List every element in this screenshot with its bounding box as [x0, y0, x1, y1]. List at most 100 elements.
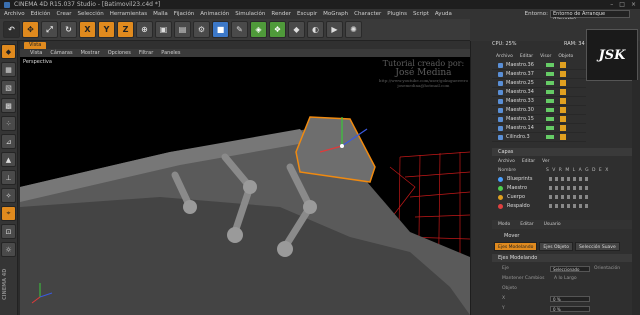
layer-row[interactable]: Maestro: [492, 184, 640, 192]
menu-render[interactable]: Render: [271, 11, 291, 17]
polygons-mode-button[interactable]: ▲: [1, 152, 16, 167]
axis-mode-button[interactable]: ⊥: [1, 170, 16, 185]
object-row[interactable]: Cilindro.3: [492, 133, 586, 142]
om-menu-editar[interactable]: Editar: [520, 54, 533, 59]
layer-flag-toggles[interactable]: [549, 177, 589, 181]
environment-button[interactable]: ◐: [307, 21, 324, 38]
vp-menu-paneles[interactable]: Paneles: [161, 50, 180, 56]
move-tool-button[interactable]: ✥: [22, 21, 39, 38]
visibility-toggle[interactable]: [546, 108, 554, 112]
layer-color-swatch[interactable]: [498, 176, 503, 182]
attr-menu-editar[interactable]: Editar: [520, 222, 533, 227]
layer-color-swatch[interactable]: [498, 185, 503, 191]
visibility-toggle[interactable]: [546, 81, 554, 85]
tab-vista[interactable]: Vista: [24, 41, 47, 49]
tag-icon[interactable]: [560, 71, 566, 77]
object-row[interactable]: Maestro.15: [492, 115, 586, 124]
layer-row[interactable]: Blueprints: [492, 175, 640, 183]
cube-button[interactable]: ■: [212, 21, 229, 38]
vp-menu-mostrar[interactable]: Mostrar: [81, 50, 100, 56]
layout-dropdown[interactable]: Entorno de Arranque (Usuario): [550, 10, 630, 23]
object-row[interactable]: Maestro.30: [492, 106, 586, 115]
visibility-toggle[interactable]: [546, 126, 554, 130]
deformer-button[interactable]: ◆: [288, 21, 305, 38]
menu-herramientas[interactable]: Herramientas: [110, 11, 147, 17]
tag-icon[interactable]: [560, 125, 566, 131]
tag-icon[interactable]: [560, 62, 566, 68]
layer-flag-toggles[interactable]: [549, 195, 589, 199]
attribute-value-field[interactable]: Seleccionado: [550, 265, 590, 272]
render-settings-button[interactable]: ⚙: [193, 21, 210, 38]
texture-mode-button[interactable]: ▧: [1, 80, 16, 95]
attr-tab-2[interactable]: Selección Suave: [574, 242, 620, 251]
menu-archivo[interactable]: Archivo: [4, 11, 25, 17]
model-mode-button[interactable]: ▦: [1, 62, 16, 77]
tag-icon[interactable]: [560, 80, 566, 86]
object-row[interactable]: Maestro.37: [492, 70, 586, 79]
x-axis-button[interactable]: X: [79, 21, 96, 38]
layers-menu-ver[interactable]: Ver: [542, 159, 549, 164]
attr-tab-0[interactable]: Ejes Modelando: [494, 242, 538, 251]
right-side-tabs[interactable]: [632, 80, 640, 315]
object-row[interactable]: Maestro.34: [492, 88, 586, 97]
render-view-button[interactable]: ▣: [155, 21, 172, 38]
undo-button[interactable]: ↶: [3, 21, 20, 38]
vp-menu-vista[interactable]: Vista: [30, 50, 42, 56]
object-row[interactable]: Maestro.14: [492, 124, 586, 133]
object-row[interactable]: Maestro.25: [492, 79, 586, 88]
layers-menu-editar[interactable]: Editar: [522, 159, 535, 164]
menu-script[interactable]: Script: [413, 11, 429, 17]
edges-mode-button[interactable]: ⊿: [1, 134, 16, 149]
visibility-toggle[interactable]: [546, 99, 554, 103]
attr-tab-1[interactable]: Ejes Objeto: [539, 242, 573, 251]
tag-icon[interactable]: [560, 107, 566, 113]
vp-menu-opciones[interactable]: Opciones: [108, 50, 131, 56]
menu-edicion[interactable]: Edición: [31, 11, 51, 17]
camera-button[interactable]: ▶: [326, 21, 343, 38]
om-menu-visor[interactable]: Visor: [540, 54, 551, 59]
layer-color-swatch[interactable]: [498, 203, 503, 209]
attr-menu-modo[interactable]: Modo: [498, 222, 510, 227]
world-coords-button[interactable]: ⊕: [136, 21, 153, 38]
make-editable-button[interactable]: ◆: [1, 44, 16, 59]
minimize-button[interactable]: –: [610, 1, 613, 8]
render-picture-viewer-button[interactable]: ▤: [174, 21, 191, 38]
menu-simulacion[interactable]: Simulación: [235, 11, 265, 17]
object-row[interactable]: Maestro.36: [492, 61, 586, 70]
visibility-toggle[interactable]: [546, 90, 554, 94]
tag-icon[interactable]: [560, 98, 566, 104]
visibility-toggle[interactable]: [546, 63, 554, 67]
om-menu-archivo[interactable]: Archivo: [496, 54, 513, 59]
menu-animacion[interactable]: Animación: [200, 11, 229, 17]
menu-character[interactable]: Character: [354, 11, 381, 17]
om-menu-objeto[interactable]: Objeto: [558, 54, 573, 59]
layer-row[interactable]: Respaldo: [492, 202, 640, 210]
attribute-value-field[interactable]: 0 %: [550, 305, 590, 312]
array-button[interactable]: ❖: [269, 21, 286, 38]
tag-icon[interactable]: [560, 134, 566, 140]
menu-mograph[interactable]: MoGraph: [323, 11, 348, 17]
layer-flag-toggles[interactable]: [549, 186, 589, 190]
visibility-toggle[interactable]: [546, 135, 554, 139]
layer-row[interactable]: Cuerpo: [492, 193, 640, 201]
y-axis-button[interactable]: Y: [98, 21, 115, 38]
scale-tool-button[interactable]: ⤢: [41, 21, 58, 38]
menu-plugins[interactable]: Plugins: [387, 11, 407, 17]
menu-crear[interactable]: Crear: [56, 11, 71, 17]
menu-ayuda[interactable]: Ayuda: [435, 11, 452, 17]
workplane-button[interactable]: ▩: [1, 98, 16, 113]
tag-icon[interactable]: [560, 89, 566, 95]
visibility-toggle[interactable]: [546, 72, 554, 76]
subdivision-button[interactable]: ◈: [250, 21, 267, 38]
visibility-toggle[interactable]: [546, 117, 554, 121]
object-row[interactable]: Maestro.33: [492, 97, 586, 106]
attr-menu-usuario[interactable]: Usuario: [544, 222, 561, 227]
menu-escupir[interactable]: Escupir: [297, 11, 317, 17]
maximize-button[interactable]: □: [619, 1, 625, 8]
z-axis-button[interactable]: Z: [117, 21, 134, 38]
3d-viewport[interactable]: Perspectiva Tutorial creado por: José Me…: [20, 57, 470, 315]
vp-menu-filtrar[interactable]: Filtrar: [139, 50, 153, 56]
menu-fijacion[interactable]: Fijación: [174, 11, 195, 17]
layers-menu-archivo[interactable]: Archivo: [498, 159, 515, 164]
menu-malla[interactable]: Malla: [153, 11, 168, 17]
